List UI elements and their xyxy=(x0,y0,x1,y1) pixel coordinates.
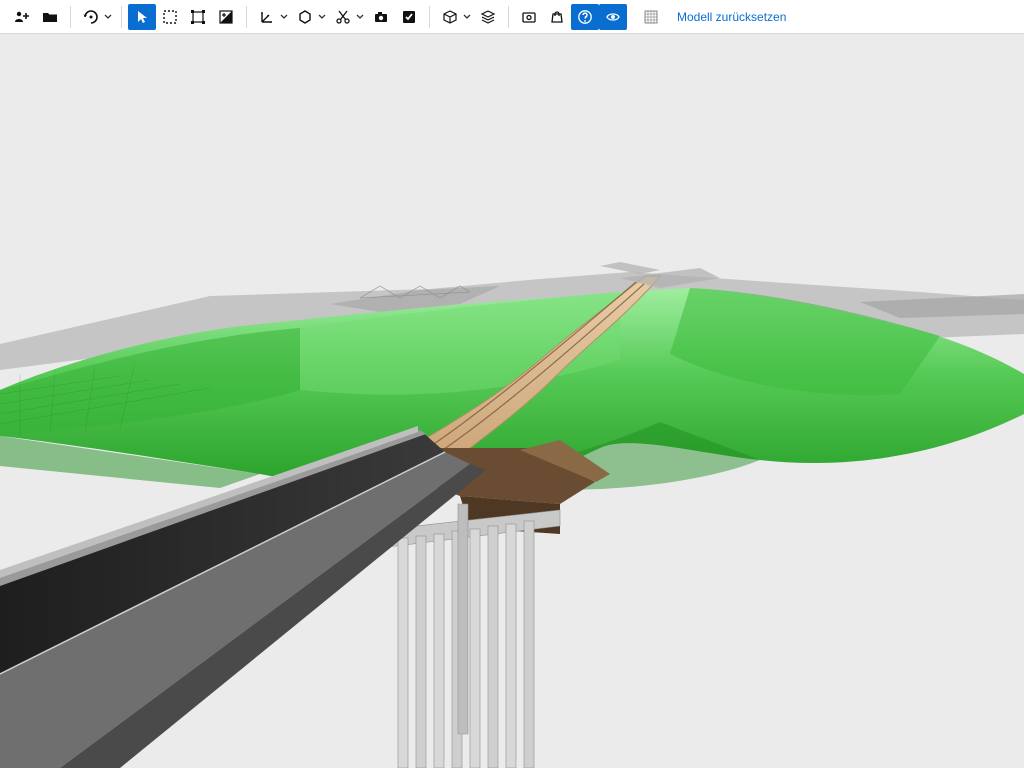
invite-icon xyxy=(14,9,30,25)
shop-button[interactable] xyxy=(543,4,571,30)
layers-icon xyxy=(521,9,537,25)
transform-icon xyxy=(190,9,206,25)
toolbar-group-tools xyxy=(249,0,427,33)
camera-icon xyxy=(373,9,389,25)
cut-icon xyxy=(335,9,351,25)
chevron-down-icon xyxy=(356,13,364,21)
help-button[interactable] xyxy=(571,4,599,30)
axis-icon xyxy=(259,9,275,25)
toolbar-divider xyxy=(246,6,247,28)
orbit-icon xyxy=(83,9,99,25)
orbit-button[interactable] xyxy=(77,4,105,30)
exposure-button[interactable] xyxy=(212,4,240,30)
grid-icon xyxy=(643,9,659,25)
toolbar-group-project xyxy=(4,0,68,33)
shop-icon xyxy=(549,9,565,25)
chevron-down-icon xyxy=(104,13,112,21)
folder-icon xyxy=(42,9,58,25)
chevron-down-icon xyxy=(463,13,471,21)
select-box-icon xyxy=(162,9,178,25)
check-button[interactable] xyxy=(395,4,423,30)
reset-model-link[interactable]: Modell zurücksetzen xyxy=(677,10,786,24)
cursor-icon xyxy=(134,9,150,25)
chevron-down-icon xyxy=(626,13,634,21)
toolbar-divider xyxy=(508,6,509,28)
transform-button[interactable] xyxy=(184,4,212,30)
toolbar-group-model xyxy=(432,0,506,33)
exposure-icon xyxy=(218,9,234,25)
toolbar: Modell zurücksetzen xyxy=(0,0,1024,34)
help-icon xyxy=(577,9,593,25)
viewport-3d[interactable] xyxy=(0,34,1024,768)
check-icon xyxy=(401,9,417,25)
visibility-button[interactable] xyxy=(599,4,627,30)
chevron-down-icon xyxy=(280,13,288,21)
toolbar-divider xyxy=(121,6,122,28)
toolbar-group-select xyxy=(124,0,244,33)
shape-icon xyxy=(297,9,313,25)
cut-button[interactable] xyxy=(329,4,357,30)
package-icon xyxy=(442,9,458,25)
cursor-button[interactable] xyxy=(128,4,156,30)
stack-icon xyxy=(480,9,496,25)
rect-select-button[interactable] xyxy=(156,4,184,30)
toolbar-divider xyxy=(70,6,71,28)
scene-illustration xyxy=(0,34,1024,768)
toolbar-group-view xyxy=(511,0,669,33)
folder-button[interactable] xyxy=(36,4,64,30)
package-button[interactable] xyxy=(436,4,464,30)
chevron-down-icon xyxy=(318,13,326,21)
eye-icon xyxy=(605,9,621,25)
toolbar-group-navigate xyxy=(73,0,119,33)
layers-button[interactable] xyxy=(515,4,543,30)
axis-button[interactable] xyxy=(253,4,281,30)
stack-button[interactable] xyxy=(474,4,502,30)
invite-button[interactable] xyxy=(8,4,36,30)
grid-button[interactable] xyxy=(637,4,665,30)
shape-button[interactable] xyxy=(291,4,319,30)
toolbar-divider xyxy=(429,6,430,28)
camera-button[interactable] xyxy=(367,4,395,30)
